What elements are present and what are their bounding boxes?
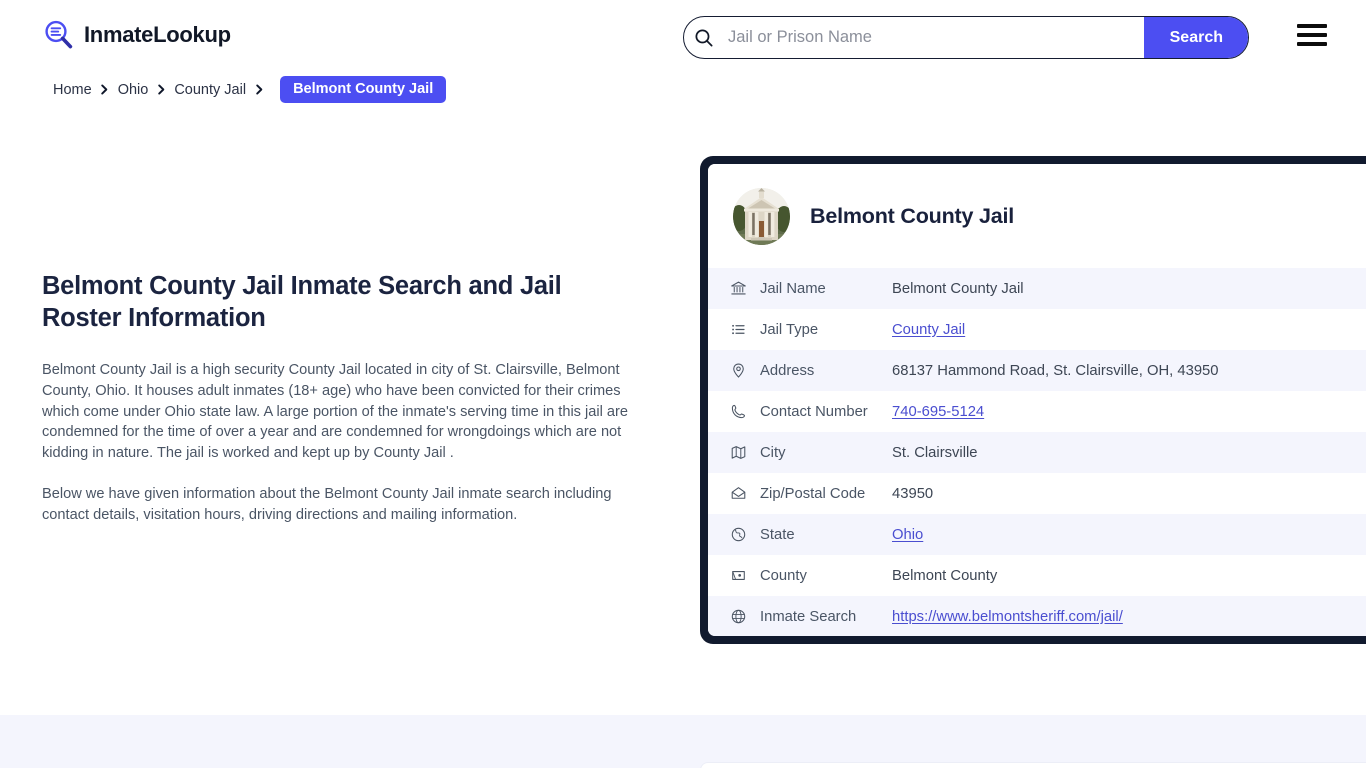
table-row: Jail Type County Jail [708,309,1366,350]
row-value: St. Clairsville [892,444,978,461]
row-label: Jail Type [760,321,819,338]
page-root: InmateLookup Search Home Ohio [0,0,1366,768]
state-link[interactable]: Ohio [892,527,923,543]
chevron-right-icon [148,83,174,97]
table-row: Zip/Postal Code 43950 [708,473,1366,514]
jail-info-card-inner: Belmont County Jail Jail Name Belmont Co… [708,164,1366,636]
magnifier-list-icon [42,18,75,51]
row-value: Ohio [892,527,923,543]
intro-paragraph: Belmont County Jail is a high security C… [42,362,629,462]
bank-building-icon [730,279,760,299]
row-value: 43950 [892,485,934,502]
hamburger-bar [1297,42,1327,46]
footer-band [0,715,1366,768]
main-content: Belmont County Jail Inmate Search and Ja… [42,270,642,545]
chevron-right-icon [246,83,272,97]
county-map-icon [730,566,760,586]
table-row: Contact Number 740-695-5124 [708,391,1366,432]
row-label: Address [760,362,815,379]
table-row: Jail Name Belmont County Jail [708,268,1366,309]
globe-icon [730,607,760,627]
breadcrumb-item-home[interactable]: Home [53,82,92,98]
row-value: https://www.belmontsheriff.com/jail/ [892,609,1123,625]
hamburger-bar [1297,33,1327,37]
row-value: Belmont County Jail [892,280,1024,297]
breadcrumb: Home Ohio County Jail Belmont County Jai… [53,76,447,103]
site-header: InmateLookup Search [0,0,1366,74]
row-value: County Jail [892,322,965,338]
row-value: 740-695-5124 [892,404,984,420]
map-pin-icon [730,361,760,381]
table-row: State Ohio [708,514,1366,555]
jail-info-card: Belmont County Jail Jail Name Belmont Co… [700,156,1366,644]
inmate-search-link[interactable]: https://www.belmontsheriff.com/jail/ [892,609,1123,625]
search-input[interactable] [724,17,1144,58]
row-value: Belmont County [892,567,998,584]
brand-logo[interactable]: InmateLookup [42,18,231,51]
phone-icon [730,402,760,422]
courthouse-photo [733,187,790,245]
table-row: City St. Clairsville [708,432,1366,473]
phone-link[interactable]: 740-695-5124 [892,404,984,420]
row-label: Contact Number [760,403,868,420]
row-value: 68137 Hammond Road, St. Clairsville, OH,… [892,362,1219,379]
brand-name: InmateLookup [84,21,231,47]
card-title: Belmont County Jail [810,203,1015,228]
search-bar[interactable]: Search [683,16,1249,59]
card-header: Belmont County Jail [708,164,1366,268]
search-icon [684,17,724,58]
breadcrumb-item-county-jail[interactable]: County Jail [174,82,246,98]
row-label: State [760,526,795,543]
table-row: Inmate Search https://www.belmontsheriff… [708,596,1366,636]
map-icon [730,443,760,463]
secondary-paragraph: Below we have given information about th… [42,485,612,523]
jail-type-link[interactable]: County Jail [892,322,965,338]
chevron-right-icon [92,83,118,97]
list-icon [730,320,760,340]
row-label: Inmate Search [760,608,857,625]
table-row: County Belmont County [708,555,1366,596]
hamburger-menu-icon[interactable] [1297,24,1327,46]
page-title: Belmont County Jail Inmate Search and Ja… [42,272,562,333]
breadcrumb-item-ohio[interactable]: Ohio [118,82,149,98]
row-label: County [760,567,807,584]
search-button[interactable]: Search [1143,17,1248,58]
row-label: City [760,444,786,461]
breadcrumb-current: Belmont County Jail [280,76,447,103]
envelope-icon [730,484,760,504]
table-row: Address 68137 Hammond Road, St. Clairsvi… [708,350,1366,391]
footer-card-peek [700,762,1366,768]
row-label: Jail Name [760,280,826,297]
hamburger-bar [1297,24,1327,28]
row-label: Zip/Postal Code [760,485,866,502]
globe-americas-icon [730,525,760,545]
